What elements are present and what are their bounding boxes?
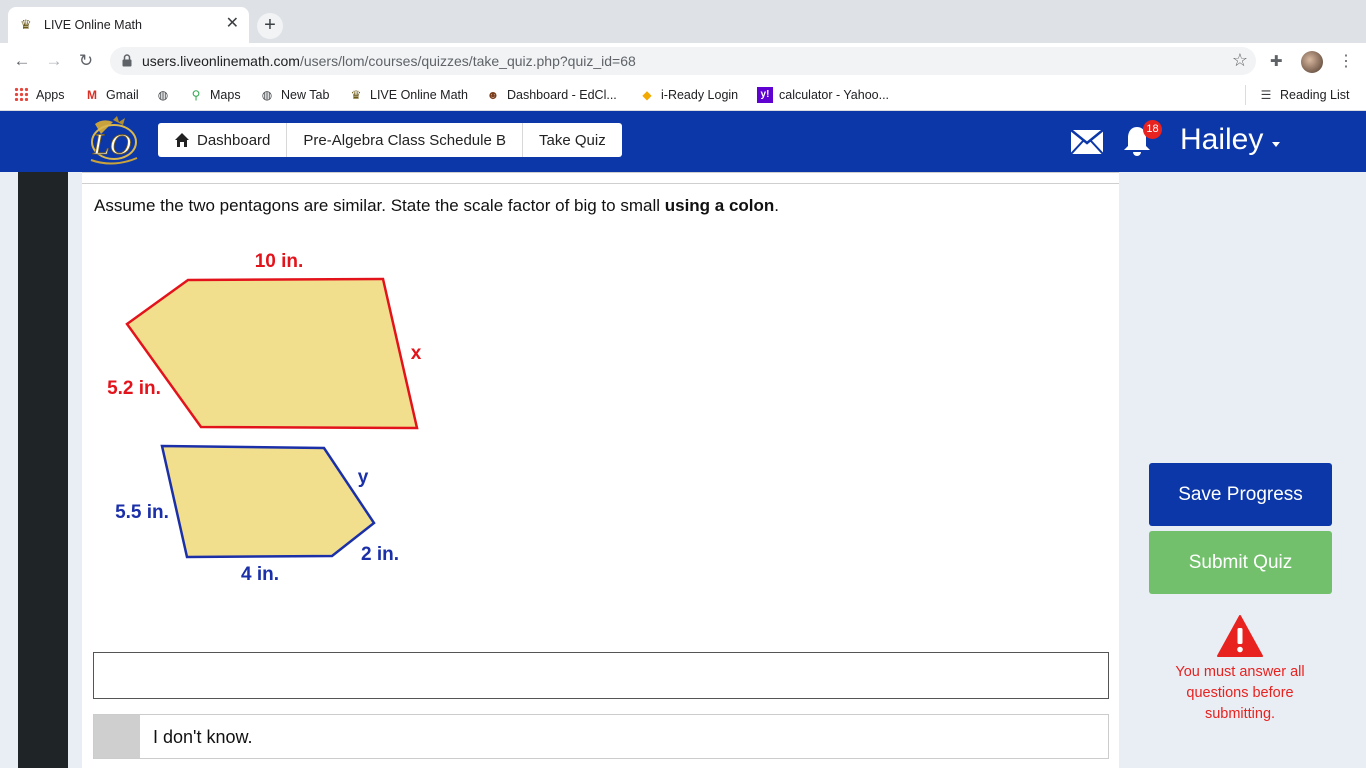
bookmarks-divider bbox=[1245, 85, 1246, 105]
small-bottom-label: 4 in. bbox=[241, 564, 279, 585]
left-dark-panel bbox=[18, 172, 68, 768]
breadcrumb-label: Pre-Algebra Class Schedule B bbox=[303, 131, 506, 149]
back-arrow-icon[interactable]: ← bbox=[11, 50, 33, 72]
yahoo-icon: y! bbox=[757, 87, 773, 103]
submit-quiz-button[interactable]: Submit Quiz bbox=[1149, 531, 1332, 594]
browser-toolbar: ← → ↻ users.liveonlinemath.com/users/lom… bbox=[0, 43, 1366, 79]
tab-title: LIVE Online Math bbox=[44, 18, 142, 32]
home-icon bbox=[175, 133, 189, 147]
big-pentagon bbox=[125, 277, 419, 430]
big-right-label: x bbox=[411, 343, 422, 364]
answer-input[interactable] bbox=[93, 652, 1109, 699]
bookmark-globe[interactable]: ◍ bbox=[155, 87, 177, 103]
breadcrumb-dashboard[interactable]: Dashboard bbox=[158, 123, 286, 157]
question-emphasis: using a colon bbox=[664, 196, 775, 215]
breadcrumb-class[interactable]: Pre-Algebra Class Schedule B bbox=[286, 123, 522, 157]
globe-icon: ◍ bbox=[157, 88, 169, 102]
notification-count-badge: 18 bbox=[1143, 120, 1162, 139]
question-text: Assume the two pentagons are similar. St… bbox=[94, 196, 779, 216]
pentagons-figure: 10 in. 5.2 in. x 5.5 in. y 2 in. 4 in. bbox=[107, 251, 422, 585]
browser-tab-active[interactable]: ♛ LIVE Online Math ✕ bbox=[8, 7, 249, 43]
breadcrumb-take-quiz[interactable]: Take Quiz bbox=[522, 123, 622, 157]
edclub-icon: ☻ bbox=[486, 88, 500, 102]
reading-list-label: Reading List bbox=[1280, 88, 1350, 102]
submit-warning-text: You must answer all questions before sub… bbox=[1175, 664, 1305, 722]
small-pentagon bbox=[160, 444, 376, 559]
reload-icon[interactable]: ↻ bbox=[75, 50, 97, 72]
close-tab-icon[interactable]: ✕ bbox=[226, 15, 239, 33]
bookmark-label: Dashboard - EdCl... bbox=[507, 88, 617, 102]
apps-grid-icon bbox=[14, 87, 28, 101]
breadcrumb-label: Dashboard bbox=[197, 131, 271, 149]
save-progress-button[interactable]: Save Progress bbox=[1149, 463, 1332, 526]
bookmark-label: i-Ready Login bbox=[661, 88, 739, 102]
browser-tabstrip: ♛ LIVE Online Math ✕ + bbox=[0, 0, 1366, 43]
bookmark-live-online-math[interactable]: ♛ LIVE Online Math bbox=[348, 87, 468, 103]
small-lower-right-label: 2 in. bbox=[361, 544, 399, 565]
url-text: users.liveonlinemath.com/users/lom/cours… bbox=[142, 53, 636, 69]
bookmark-apps[interactable]: Apps bbox=[14, 87, 65, 103]
dont-know-label: I don't know. bbox=[153, 727, 253, 747]
bookmark-label: New Tab bbox=[281, 88, 330, 102]
breadcrumb-label: Take Quiz bbox=[539, 131, 606, 149]
svg-text:LO: LO bbox=[92, 128, 131, 161]
reading-list-icon: ☰ bbox=[1260, 88, 1272, 102]
breadcrumb: Dashboard Pre-Algebra Class Schedule B T… bbox=[158, 123, 622, 157]
site-header: LO Dashboard Pre-Algebra Class Schedule … bbox=[0, 111, 1366, 172]
lock-icon bbox=[122, 54, 132, 67]
site-logo[interactable]: LO bbox=[83, 116, 145, 168]
bookmark-gmail[interactable]: M Gmail bbox=[84, 87, 139, 103]
url-host: users.liveonlinemath.com bbox=[142, 53, 300, 69]
bookmark-iready[interactable]: ◆ i-Ready Login bbox=[639, 87, 738, 103]
question-plain: Assume the two pentagons are similar. St… bbox=[94, 196, 665, 215]
mail-icon[interactable] bbox=[1071, 130, 1103, 154]
site-favicon-icon: ♛ bbox=[350, 88, 362, 102]
url-path: /users/lom/courses/quizzes/take_quiz.php… bbox=[299, 53, 636, 69]
bookmark-maps[interactable]: ⚲ Maps bbox=[188, 87, 241, 103]
forward-arrow-icon[interactable]: → bbox=[43, 50, 65, 72]
warning-icon bbox=[1217, 615, 1263, 657]
chevron-down-icon[interactable] bbox=[1272, 142, 1280, 147]
big-top-label: 10 in. bbox=[255, 251, 304, 272]
dont-know-checkbox[interactable] bbox=[94, 715, 140, 758]
reading-list[interactable]: ☰ Reading List bbox=[1258, 87, 1350, 103]
globe-icon: ◍ bbox=[261, 88, 273, 102]
browser-menu-icon[interactable]: ⋮ bbox=[1338, 51, 1354, 71]
content-divider bbox=[82, 183, 1119, 184]
bookmark-calculator-yahoo[interactable]: y! calculator - Yahoo... bbox=[757, 87, 889, 103]
bookmark-label: LIVE Online Math bbox=[370, 88, 468, 102]
bookmark-new-tab[interactable]: ◍ New Tab bbox=[259, 87, 330, 103]
address-bar[interactable]: users.liveonlinemath.com/users/lom/cours… bbox=[110, 47, 1256, 75]
bookmark-label: Apps bbox=[36, 88, 65, 102]
small-upper-right-label: y bbox=[358, 467, 369, 488]
gmail-icon: M bbox=[87, 88, 97, 102]
bookmark-star-icon[interactable]: ☆ bbox=[1232, 50, 1248, 71]
iready-cube-icon: ◆ bbox=[642, 88, 652, 102]
question-end: . bbox=[774, 196, 780, 215]
dont-know-option[interactable]: I don't know. bbox=[93, 714, 1109, 759]
bookmark-dashboard-edcl[interactable]: ☻ Dashboard - EdCl... bbox=[485, 87, 617, 103]
site-favicon-icon: ♛ bbox=[20, 17, 32, 32]
bookmark-label: calculator - Yahoo... bbox=[779, 88, 890, 102]
bookmark-label: Gmail bbox=[106, 88, 139, 102]
extensions-puzzle-icon[interactable]: ✚ bbox=[1270, 52, 1283, 70]
bookmark-label: Maps bbox=[210, 88, 241, 102]
new-tab-button[interactable]: + bbox=[257, 13, 283, 39]
user-menu-name[interactable]: Hailey bbox=[1180, 123, 1263, 157]
big-left-label: 5.2 in. bbox=[107, 378, 161, 399]
small-left-label: 5.5 in. bbox=[115, 502, 169, 523]
maps-pin-icon: ⚲ bbox=[191, 88, 201, 102]
bookmarks-bar: Apps M Gmail ◍ ⚲ Maps ◍ New Tab ♛ LIVE Onlin… bbox=[0, 79, 1366, 111]
profile-avatar[interactable] bbox=[1301, 51, 1323, 73]
